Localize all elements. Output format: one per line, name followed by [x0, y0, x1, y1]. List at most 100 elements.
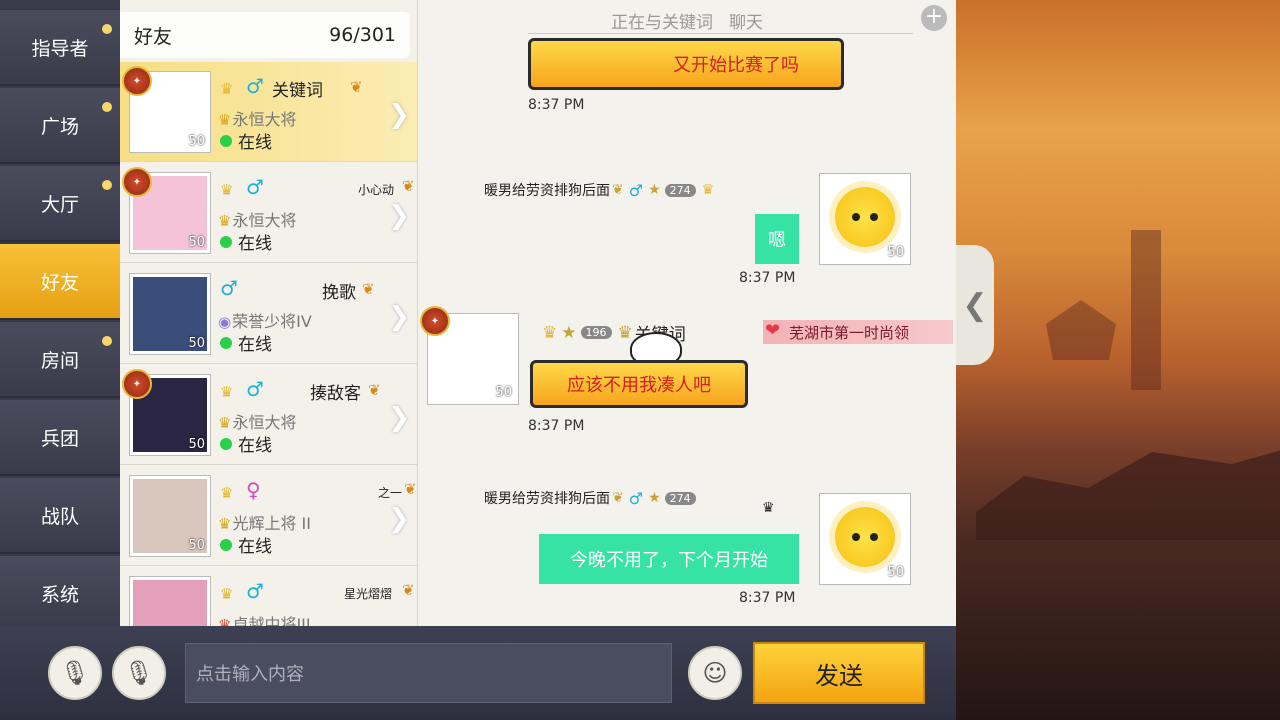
friend-rank: ♛永恒大将: [218, 413, 297, 432]
friend-rank: ♛光辉上将 II: [218, 514, 311, 533]
online-dot-icon: [220, 336, 232, 349]
voice-to-text-button[interactable]: 🎙: [48, 646, 102, 700]
chat-bubble: 嗯: [755, 214, 799, 264]
message-time: 8:37 PM: [739, 270, 796, 286]
wing-icon: ❦: [350, 78, 363, 96]
sidebar-item-system[interactable]: 系统: [0, 556, 120, 632]
notification-dot: [102, 24, 112, 34]
sun-avatar-icon: [835, 507, 895, 567]
friend-rank: ♛卓越中将III: [218, 611, 311, 626]
friend-row[interactable]: 50 ✦ ♛ ♂ 小心动 ❦ ♛永恒大将 在线 ❯: [120, 163, 417, 263]
message-time: 8:37 PM: [528, 418, 585, 434]
friend-row[interactable]: ♛ ♂ 星光熠熠 ❦ ♛卓越中将III: [120, 567, 417, 626]
sidebar-item-legion[interactable]: 兵团: [0, 400, 120, 476]
friends-title: 好友: [134, 25, 173, 48]
send-button[interactable]: 发送: [753, 642, 925, 704]
avatar: [130, 577, 210, 626]
wing-icon: ❦: [612, 490, 624, 506]
female-icon: ♀: [246, 478, 261, 502]
crown-icon: ♛: [762, 500, 775, 516]
collapse-tab[interactable]: ❮: [956, 245, 994, 365]
friend-status: 在线: [220, 330, 272, 355]
friend-row[interactable]: 50 ♛ ♀ 之一 ❦ ♛光辉上将 II 在线 ❯: [120, 466, 417, 566]
add-button[interactable]: +: [921, 5, 947, 31]
sidebar-item-friends[interactable]: 好友: [0, 244, 120, 320]
wing-icon: ❦: [368, 381, 381, 399]
sidebar-item-room[interactable]: 房间: [0, 322, 120, 398]
rank-icon: ♛: [218, 414, 232, 432]
friend-row[interactable]: 50 ✦ ♛ ♂ 关键词 ❦ ♛永恒大将 在线 ❯: [120, 62, 417, 162]
chat-title: 正在与关键词 聊天: [611, 13, 763, 33]
rank-icon: ♛: [617, 322, 633, 343]
crown-icon: ♛: [542, 322, 558, 343]
star-icon: ★: [648, 182, 661, 198]
background-tower: [1131, 230, 1161, 390]
rank-icon: ♛: [218, 212, 232, 230]
star-icon: ★: [561, 322, 577, 343]
notification-dot: [102, 102, 112, 112]
background-scene: [956, 0, 1280, 720]
sender-info: 暖男给劳资排狗后面 ❦ ♂ ★ 274 ♛: [484, 180, 715, 200]
rank-icon: ♛: [218, 515, 232, 533]
friend-row[interactable]: 50 ✦ ♛ ♂ 揍敌客 ❦ ♛永恒大将 在线 ❯: [120, 365, 417, 465]
rank-badge-icon: ✦: [420, 306, 450, 336]
friend-status: 在线: [220, 431, 272, 456]
friend-name: 之一: [378, 486, 403, 500]
avatar[interactable]: 50: [820, 174, 910, 264]
friend-status: 在线: [220, 532, 272, 557]
chevron-right-icon[interactable]: ❯: [388, 201, 410, 231]
friend-rank: ◉荣誉少将IV: [218, 312, 312, 331]
message-input[interactable]: 点击输入内容: [185, 643, 672, 703]
rank-icon: ◉: [218, 313, 232, 331]
sidebar-item-mentor[interactable]: 指导者: [0, 10, 120, 86]
online-dot-icon: [220, 235, 232, 248]
chevron-right-icon[interactable]: ❯: [388, 302, 410, 332]
crown-icon: ♛: [220, 484, 234, 502]
online-dot-icon: [220, 134, 232, 147]
microphone-text-icon: 🎙: [59, 659, 91, 687]
emoji-button[interactable]: ☺: [688, 646, 742, 700]
chevron-right-icon[interactable]: ❯: [388, 504, 410, 534]
crown-icon: ♛: [220, 181, 234, 199]
friend-status: 在线: [220, 128, 272, 153]
friends-count: 96/301: [329, 24, 396, 46]
friends-panel: 好友 96/301 50 ✦ ♛ ♂ 关键词 ❦ ♛永恒大将 在线 ❯ 50 ✦…: [120, 0, 418, 626]
friend-status: 在线: [220, 229, 272, 254]
male-icon: ♂: [246, 579, 264, 603]
wing-icon: ❦: [402, 581, 415, 599]
sender-info: 暖男给劳资排狗后面 ❦ ♂ ★ 274: [484, 488, 696, 508]
wing-icon: ❦: [362, 280, 375, 298]
voice-button[interactable]: 🎙: [112, 646, 166, 700]
friend-name: 揍敌客: [310, 384, 361, 404]
male-icon: ♂: [246, 74, 264, 98]
crown-icon: ♛: [701, 182, 715, 198]
male-icon: ♂: [246, 175, 264, 199]
friend-rank: ♛永恒大将: [218, 110, 297, 129]
avatar[interactable]: 50: [820, 494, 910, 584]
sidebar-item-lobby[interactable]: 大厅: [0, 166, 120, 242]
message-time: 8:37 PM: [739, 590, 796, 606]
sidebar-item-square[interactable]: 广场: [0, 88, 120, 164]
rank-badge-icon: ✦: [122, 66, 152, 96]
male-icon: ♂: [246, 377, 264, 401]
chevron-right-icon[interactable]: ❯: [388, 100, 410, 130]
male-icon: ♂: [628, 180, 644, 200]
friends-header: 好友 96/301: [120, 12, 410, 58]
rank-badge-icon: ✦: [122, 167, 152, 197]
smiley-icon: ☺: [702, 659, 728, 687]
notification-dot: [102, 336, 112, 346]
friend-name: 小心动: [358, 183, 395, 197]
rank-badge-icon: ✦: [122, 369, 152, 399]
male-icon: ♂: [220, 276, 238, 300]
avatar: 50: [130, 274, 210, 354]
online-dot-icon: [220, 538, 232, 551]
sidebar-item-team[interactable]: 战队: [0, 478, 120, 554]
star-icon: ★: [648, 490, 661, 506]
chat-panel: 正在与关键词 聊天 + 又开始比赛了吗 8:37 PM 暖男给劳资排狗后面 ❦ ♂…: [418, 0, 956, 626]
friend-row[interactable]: 50 ♂ 挽歌 ❦ ◉荣誉少将IV 在线 ❯: [120, 264, 417, 364]
friend-name: 挽歌: [322, 283, 356, 303]
avatar: 50: [130, 476, 210, 556]
chat-bubble: 又开始比赛了吗: [528, 38, 844, 90]
crown-icon: ♛: [220, 585, 234, 603]
chevron-right-icon[interactable]: ❯: [388, 403, 410, 433]
